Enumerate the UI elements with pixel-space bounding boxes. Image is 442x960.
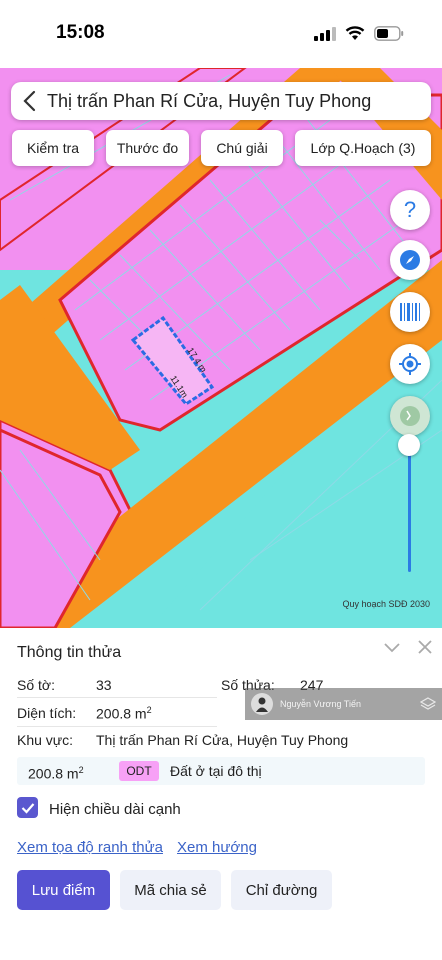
locate-icon: [399, 353, 421, 375]
satellite-map-icon: [400, 406, 420, 426]
zoom-slider-handle[interactable]: [398, 434, 420, 456]
area-label: Diện tích:: [17, 705, 77, 721]
region-value: Thị trấn Phan Rí Cửa, Huyện Tuy Phong: [96, 732, 349, 748]
status-icons: [314, 26, 404, 41]
compass-button[interactable]: [390, 240, 430, 280]
check-button[interactable]: Kiểm tra: [12, 130, 94, 166]
location-text: Thị trấn Phan Rí Cửa, Huyện Tuy Phong: [47, 90, 372, 111]
legend-button[interactable]: Chú giải: [201, 130, 283, 166]
close-icon[interactable]: [416, 638, 434, 656]
land-use-code-badge: ODT: [119, 761, 159, 781]
satellite-layer-button[interactable]: [390, 396, 430, 436]
status-bar: 15:08: [0, 0, 442, 68]
land-use-area: 200.8 m2: [28, 765, 84, 782]
sheet-label: Số tờ:: [17, 677, 55, 693]
planning-layer-button[interactable]: Lớp Q.Hoạch (3): [295, 130, 431, 166]
share-code-button[interactable]: Mã chia sẻ: [120, 870, 221, 910]
barcode-button[interactable]: [390, 292, 430, 332]
area-value: 200.8 m2: [96, 705, 152, 722]
status-time: 15:08: [56, 22, 105, 43]
watermark-name: Nguyễn Vương Tiến: [280, 699, 361, 709]
avatar: [251, 693, 273, 715]
zoom-slider-track[interactable]: [408, 444, 411, 572]
measure-button[interactable]: Thước đo: [106, 130, 189, 166]
view-direction-link[interactable]: Xem hướng: [177, 839, 257, 856]
land-use-description: Đất ở tại đô thị: [170, 763, 262, 779]
question-icon: ?: [404, 199, 416, 221]
panel-title: Thông tin thửa: [17, 644, 122, 661]
barcode-icon: [400, 303, 420, 321]
locate-button[interactable]: [390, 344, 430, 384]
signal-icon: [314, 26, 336, 41]
location-bar[interactable]: Thị trấn Phan Rí Cửa, Huyện Tuy Phong: [11, 82, 431, 120]
region-label: Khu vực:: [17, 732, 74, 748]
divider: [17, 726, 217, 727]
show-edges-label: Hiện chiều dài cạnh: [49, 801, 181, 818]
save-point-button[interactable]: Lưu điểm: [17, 870, 110, 910]
show-edges-checkbox[interactable]: [17, 797, 38, 818]
layers-icon: [420, 697, 436, 710]
directions-button[interactable]: Chỉ đường: [231, 870, 332, 910]
help-button[interactable]: ?: [390, 190, 430, 230]
compass-icon: [400, 250, 420, 270]
back-icon[interactable]: [11, 82, 47, 120]
battery-icon: [374, 26, 404, 41]
svg-text:?: ?: [404, 199, 416, 221]
divider: [17, 697, 217, 698]
wifi-icon: [345, 26, 365, 40]
checkmark-icon: [21, 802, 34, 814]
view-coordinates-link[interactable]: Xem tọa độ ranh thửa: [17, 839, 163, 856]
map-scale-label: Quy hoạch SDĐ 2030: [342, 599, 430, 609]
sheet-value: 33: [96, 677, 112, 693]
watermark: Nguyễn Vương Tiến: [245, 688, 442, 720]
chevron-down-icon[interactable]: [382, 640, 402, 656]
